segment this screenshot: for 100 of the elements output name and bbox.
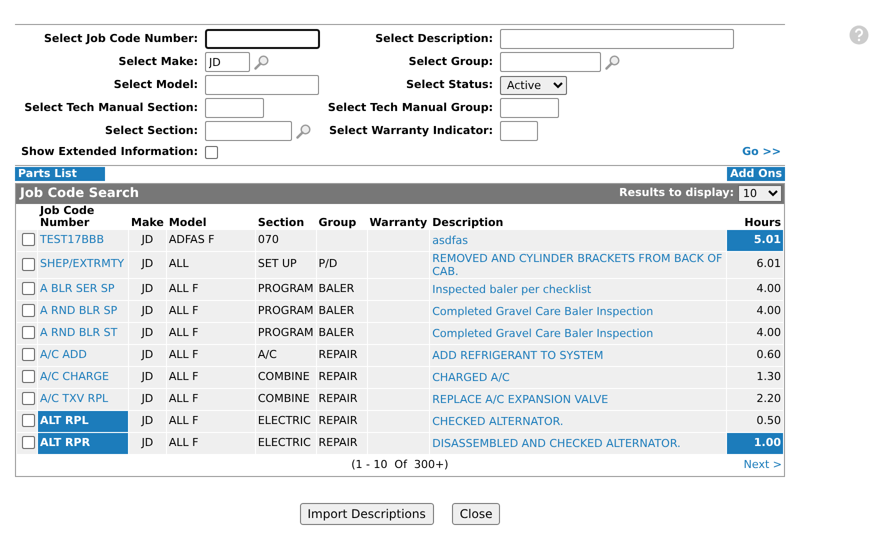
table-cell: JD bbox=[129, 278, 166, 300]
row-checkbox[interactable] bbox=[22, 348, 35, 362]
field-label: Select Description: bbox=[374, 30, 493, 47]
table-cell: JD bbox=[129, 252, 166, 278]
field-label: Select Section: bbox=[104, 122, 198, 139]
table-cell: ALL F bbox=[166, 300, 255, 322]
table-cell: REPAIR bbox=[316, 344, 367, 366]
dialog-button[interactable]: Import Descriptions bbox=[300, 503, 434, 525]
input-field[interactable] bbox=[205, 29, 320, 49]
row-checkbox[interactable] bbox=[22, 414, 35, 428]
input-field[interactable] bbox=[205, 121, 292, 141]
table-cell: ADFAS F bbox=[166, 230, 255, 250]
job-code-link[interactable]: A/C TXV RPL bbox=[40, 392, 108, 405]
description-link[interactable]: ADD REFRIGERANT TO SYSTEM bbox=[432, 348, 724, 362]
table-cell: ELECTRIC bbox=[256, 432, 316, 454]
add-ons-tab[interactable]: Add Ons bbox=[727, 166, 785, 180]
table-cell: ALL F bbox=[166, 432, 255, 454]
dialog-button[interactable]: Close bbox=[452, 503, 500, 525]
row-checkbox[interactable] bbox=[22, 233, 35, 246]
search-icon[interactable] bbox=[296, 124, 311, 138]
field-label: Show Extended Information: bbox=[20, 144, 198, 160]
table-cell: REPAIR bbox=[316, 366, 367, 388]
description-link[interactable]: DISASSEMBLED AND CHECKED ALTERNATOR. bbox=[432, 436, 724, 450]
description-link[interactable]: REMOVED AND CYLINDER BRACKETS FROM BACK OF CAB. bbox=[432, 252, 724, 278]
column-header: Section bbox=[256, 214, 306, 228]
go-link[interactable]: Go >> bbox=[742, 145, 781, 158]
description-link[interactable]: Completed Gravel Care Baler Inspection bbox=[432, 326, 724, 340]
table-cell: ALL F bbox=[166, 410, 255, 432]
row-checkbox[interactable] bbox=[22, 392, 35, 406]
input-field[interactable] bbox=[500, 121, 538, 141]
field-label: Select Group: bbox=[408, 54, 493, 70]
row-checkbox[interactable] bbox=[22, 258, 35, 271]
description-link[interactable]: Completed Gravel Care Baler Inspection bbox=[432, 304, 724, 318]
search-icon[interactable] bbox=[605, 54, 620, 70]
input-field[interactable] bbox=[500, 98, 559, 118]
results-label: Results to display: bbox=[619, 185, 734, 202]
job-code-link[interactable]: ALT RPR bbox=[40, 436, 90, 449]
job-code-link[interactable]: TEST17BBB bbox=[40, 232, 104, 246]
description-link[interactable]: REPLACE A/C EXPANSION VALVE bbox=[432, 392, 724, 406]
column-header: Job Code Number bbox=[38, 204, 96, 228]
description-link[interactable]: Inspected baler per checklist bbox=[432, 282, 724, 296]
table-cell: P/D bbox=[316, 252, 367, 278]
column-header: Model bbox=[168, 214, 208, 228]
parts-list-tab[interactable]: Parts List bbox=[15, 166, 105, 180]
table-cell: JD bbox=[129, 432, 166, 454]
job-code-link[interactable]: A RND BLR ST bbox=[40, 326, 118, 339]
input-field[interactable] bbox=[500, 52, 601, 72]
table-cell: ALL F bbox=[166, 322, 255, 344]
table-cell: A/C bbox=[256, 344, 316, 366]
table-cell: ALL F bbox=[166, 344, 255, 366]
panel-title: Job Code Search bbox=[20, 184, 140, 203]
job-code-link[interactable]: A/C ADD bbox=[40, 348, 87, 361]
table-cell: 0.50 bbox=[727, 410, 783, 432]
description-link[interactable]: CHARGED A/C bbox=[432, 370, 724, 384]
table-cell: 4.00 bbox=[727, 322, 783, 344]
column-header: Group bbox=[318, 214, 358, 228]
table-cell: JD bbox=[129, 344, 166, 366]
row-checkbox[interactable] bbox=[22, 282, 35, 296]
table-cell: 0.60 bbox=[727, 344, 783, 366]
table-cell: ELECTRIC bbox=[256, 410, 316, 432]
table-cell: 070 bbox=[256, 230, 316, 250]
pagination-text: (1 - 10 Of 300+) bbox=[350, 456, 448, 472]
table-cell: JD bbox=[129, 388, 166, 410]
table-cell: SET UP bbox=[256, 252, 316, 278]
table-cell: PROGRAM bbox=[256, 278, 316, 300]
table-cell: PROGRAM bbox=[256, 322, 316, 344]
job-code-link[interactable]: A/C CHARGE bbox=[40, 370, 110, 383]
table-cell: 1.00 bbox=[727, 432, 783, 454]
row-checkbox[interactable] bbox=[22, 370, 35, 384]
row-checkbox[interactable] bbox=[22, 436, 35, 450]
job-code-link[interactable]: A RND BLR SP bbox=[40, 304, 118, 317]
table-cell: 2.20 bbox=[727, 388, 783, 410]
table-cell: BALER bbox=[316, 322, 367, 344]
input-field[interactable] bbox=[205, 98, 264, 118]
row-checkbox[interactable] bbox=[22, 304, 35, 318]
job-code-link[interactable]: ALT RPL bbox=[40, 414, 89, 427]
job-code-link[interactable]: A BLR SER SP bbox=[40, 282, 115, 295]
next-link[interactable]: Next > bbox=[744, 456, 782, 473]
field-label: Select Job Code Number: bbox=[42, 30, 198, 47]
checkbox[interactable] bbox=[205, 146, 218, 159]
table-cell: JD bbox=[129, 410, 166, 432]
search-icon[interactable] bbox=[254, 54, 269, 70]
results-dropdown[interactable]: 10 bbox=[738, 185, 782, 202]
job-code-link[interactable]: SHEP/EXTRMTY bbox=[40, 257, 124, 270]
row-checkbox[interactable] bbox=[22, 326, 35, 340]
input-field[interactable] bbox=[500, 29, 734, 49]
table-cell: JD bbox=[129, 366, 166, 388]
table-cell: REPAIR bbox=[316, 432, 367, 454]
table-cell: COMBINE bbox=[256, 388, 316, 410]
column-header: Warranty bbox=[368, 214, 428, 228]
description-link[interactable]: CHECKED ALTERNATOR. bbox=[432, 414, 724, 428]
field-label: Select Model: bbox=[112, 76, 198, 93]
status-dropdown[interactable]: Active bbox=[500, 76, 567, 94]
field-label: Select Warranty Indicator: bbox=[328, 122, 493, 139]
field-label: Select Status: bbox=[405, 76, 493, 93]
description-link[interactable]: asdfas bbox=[432, 234, 724, 246]
table-cell: ALL F bbox=[166, 366, 255, 388]
input-field[interactable] bbox=[205, 75, 319, 95]
table-cell: ALL F bbox=[166, 388, 255, 410]
column-header: Description bbox=[431, 214, 504, 228]
